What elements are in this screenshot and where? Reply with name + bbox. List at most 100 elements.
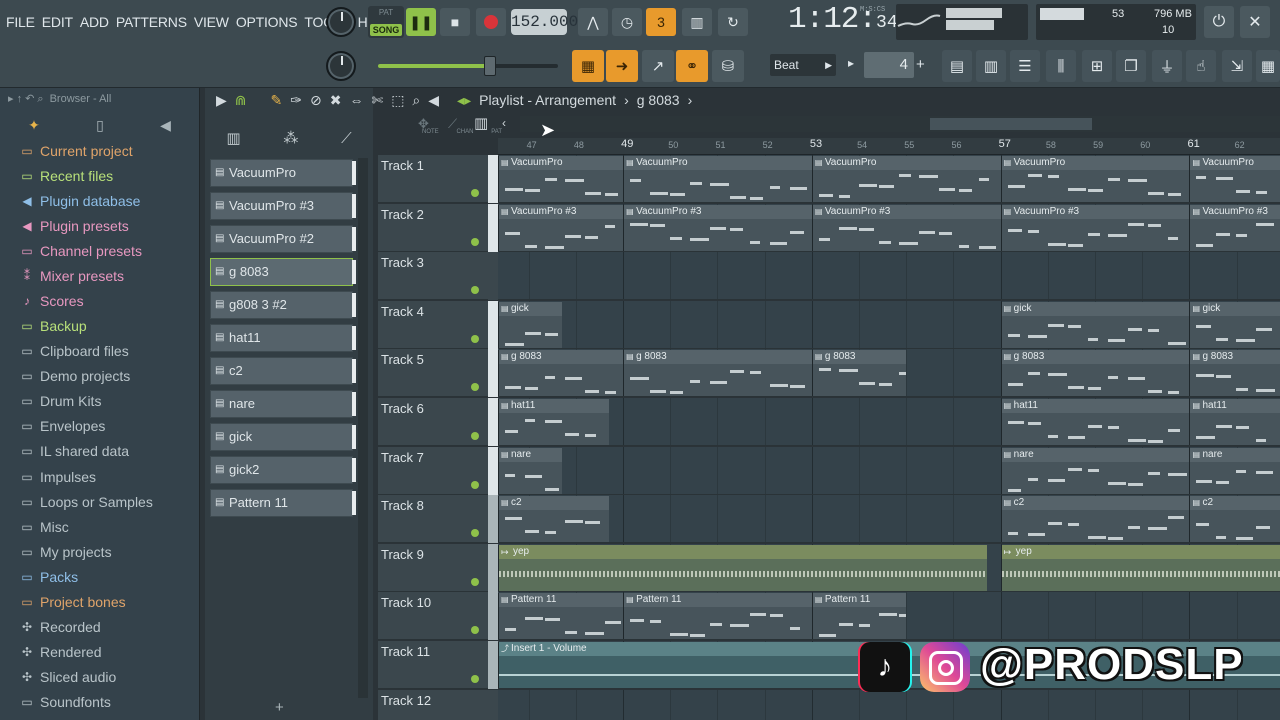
playlist-track[interactable]: Track 8c2c2c2	[378, 495, 1280, 544]
plugin-manager-button[interactable]: ⏚	[1152, 50, 1182, 82]
track-mute-led[interactable]	[471, 383, 479, 392]
speaker-icon[interactable]: ◀	[160, 117, 171, 134]
browser-item[interactable]: ♪ Scores	[18, 293, 84, 309]
track-grip[interactable]	[488, 689, 498, 720]
audio-clip[interactable]: yep	[498, 544, 987, 591]
browser-item[interactable]: ▭ Backup	[18, 318, 86, 334]
plus-icon[interactable]: +	[916, 56, 925, 73]
add-pattern-plus-icon[interactable]: +	[275, 699, 284, 716]
pattern-clip[interactable]: gick	[498, 301, 562, 348]
pattern-clip[interactable]: nare	[498, 447, 562, 494]
browser-item[interactable]: ▭ My projects	[18, 544, 111, 560]
pattern-clip[interactable]: c2	[1000, 496, 1190, 543]
browser-item[interactable]: ◀ Plugin database	[18, 193, 140, 209]
record-button[interactable]	[476, 8, 506, 36]
track-grip[interactable]	[488, 155, 498, 203]
menu-item-add[interactable]: ADD	[80, 14, 109, 30]
playlist-track[interactable]: Track 9 yepyep	[378, 543, 1280, 592]
track-header[interactable]: Track 2	[378, 203, 488, 252]
pattern-item[interactable]: VacuumPro	[210, 159, 356, 187]
playlist-track[interactable]: Track 10Pattern 11Pattern 11Pattern 11	[378, 592, 1280, 641]
slice-icon[interactable]: ✄	[371, 92, 383, 109]
pattern-clip[interactable]: hat11	[1000, 399, 1190, 445]
magnet-icon[interactable]: ⋒	[235, 92, 247, 109]
pattern-item[interactable]: Pattern 11	[210, 489, 356, 517]
playlist-track[interactable]: Track 7narenarenare	[378, 446, 1280, 495]
pattern-item[interactable]: c2	[210, 357, 356, 385]
pattern-clip[interactable]: VacuumPro #3	[1189, 204, 1280, 251]
pattern-clip[interactable]: VacuumPro #3	[811, 204, 1001, 251]
track-grip[interactable]	[488, 495, 498, 544]
refresh-button[interactable]: ⏻	[1204, 6, 1234, 38]
menu-item-view[interactable]: VIEW	[194, 14, 229, 30]
scrollbar-thumb[interactable]	[930, 118, 1092, 130]
mixer-window-button[interactable]: ⫼	[1046, 50, 1076, 82]
pattern-clip[interactable]: c2	[498, 496, 609, 543]
brush-icon[interactable]: ✑	[290, 92, 302, 109]
scroll-left-icon[interactable]: ‹	[502, 116, 506, 130]
pattern-clip[interactable]: VacuumPro	[1000, 156, 1190, 202]
delete-icon[interactable]: ⊘	[310, 92, 322, 109]
browser-item[interactable]: ▭ Impulses	[18, 469, 96, 485]
pattern-clip[interactable]: VacuumPro	[623, 156, 812, 202]
browser-item[interactable]: ▭ Soundfonts	[18, 694, 111, 710]
playlist-window-button[interactable]: ▤	[942, 50, 972, 82]
track-header[interactable]: Track 4	[378, 300, 488, 349]
track-header[interactable]: Track 8	[378, 495, 488, 544]
track-header[interactable]: Track 7	[378, 446, 488, 495]
browser-item[interactable]: ▭ Clipboard files	[18, 343, 128, 359]
track-mute-led[interactable]	[471, 432, 479, 440]
metronome-button[interactable]: ⋀	[578, 8, 608, 36]
loop-record-button[interactable]: ↻	[718, 8, 748, 36]
pattern-clip[interactable]: g 8083	[623, 350, 812, 397]
pattern-clip[interactable]: nare	[1189, 447, 1280, 494]
slip-icon[interactable]: ⇔	[349, 92, 363, 108]
playlist-horizontal-scrollbar[interactable]	[520, 116, 1280, 132]
hint-bar-button[interactable]: ⛁	[712, 50, 744, 82]
pattern-clip[interactable]: VacuumPro #3	[623, 204, 812, 251]
browser-item[interactable]: ✣ Rendered	[18, 644, 102, 660]
wait-input-button[interactable]: ◷	[612, 8, 642, 36]
view-mode-label[interactable]: CHAN	[456, 129, 473, 135]
step-left-icon[interactable]: ▸	[848, 56, 854, 70]
menu-item-edit[interactable]: EDIT	[42, 14, 73, 30]
browser-item[interactable]: ▭ Misc	[18, 519, 68, 535]
playback-icon[interactable]: ◀	[428, 92, 439, 109]
select-icon[interactable]: ⬚	[391, 92, 404, 109]
pattern-item[interactable]: VacuumPro #3	[210, 192, 356, 220]
track-grip[interactable]	[488, 641, 498, 689]
track-lane[interactable]: c2c2c2	[498, 495, 1280, 544]
playlist-timeline-ruler[interactable]: 47 48 49 50 51 52 53 54 55 56 57 58 59 60 61 62	[498, 138, 1280, 155]
track-lane[interactable]: hat11hat11hat11	[498, 398, 1280, 446]
track-header[interactable]: Track 6	[378, 398, 488, 446]
browser-item[interactable]: ✣ Recorded	[18, 619, 101, 635]
browser-nav-icons[interactable]: ▸ ↑ ↶ ⌕	[8, 92, 44, 106]
pattern-clip[interactable]: VacuumPro #3	[1000, 204, 1190, 251]
pattern-item[interactable]: nare	[210, 390, 356, 418]
browser-item[interactable]: ▭ Envelopes	[18, 418, 105, 434]
browser-item[interactable]: ▭ Loops or Samples	[18, 494, 153, 510]
view-mode-label[interactable]: NOTE	[422, 129, 439, 135]
piano-roll-window-button[interactable]: ▥	[976, 50, 1006, 82]
pencil-icon[interactable]: ✎	[271, 92, 283, 109]
stop-button[interactable]: ■	[440, 8, 470, 36]
browser-item[interactable]: ▭ Recent files	[18, 168, 113, 184]
track-lane[interactable]: g 8083g 8083g 8083g 8083g 8083	[498, 349, 1280, 398]
track-mute-led[interactable]	[471, 334, 479, 343]
pattern-item[interactable]: VacuumPro #2	[210, 225, 356, 253]
multilink-button[interactable]: ⚭	[676, 50, 708, 82]
pattern-item[interactable]: g 8083	[210, 258, 356, 286]
pattern-clip[interactable]: nare	[1000, 447, 1190, 494]
play-pause-button[interactable]: ❚❚	[406, 8, 436, 36]
playlist-track[interactable]: Track 3	[378, 252, 1280, 301]
pattern-clip[interactable]: g 8083	[1189, 350, 1280, 397]
pattern-clip[interactable]: VacuumPro	[811, 156, 1001, 202]
track-mute-led[interactable]	[471, 626, 479, 635]
audio-wave-icon[interactable]: ⁂	[283, 129, 298, 147]
typing-keyboard-button[interactable]: ▦	[572, 50, 604, 82]
pattern-clip[interactable]: Pattern 11	[811, 593, 907, 640]
more-button[interactable]: ▦	[1256, 50, 1280, 82]
browser-item[interactable]: ▭ Drum Kits	[18, 393, 101, 409]
menu-item-file[interactable]: FILE	[6, 14, 35, 30]
track-header[interactable]: Track 3	[378, 252, 488, 301]
